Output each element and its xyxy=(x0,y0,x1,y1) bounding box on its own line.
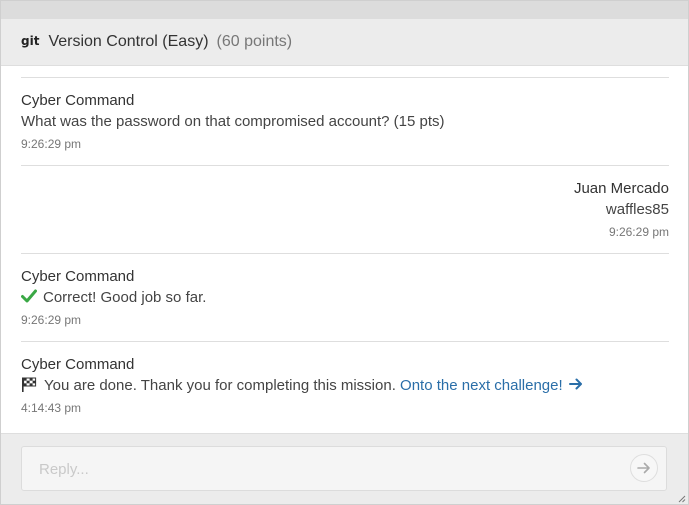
message-sender: Cyber Command xyxy=(21,92,135,109)
message-item-own: Juan Mercado waffles85 9:26:29 pm xyxy=(21,165,669,253)
message-text: You are done. Thank you for completing t… xyxy=(44,377,396,394)
reply-footer xyxy=(1,433,688,504)
next-challenge-link[interactable]: Onto the next challenge! xyxy=(400,377,583,394)
message-body: You are done. Thank you for completing t… xyxy=(21,377,669,395)
next-challenge-label[interactable]: Onto the next challenge! xyxy=(400,377,563,394)
mission-title: Version Control (Easy) xyxy=(48,33,209,50)
message-list[interactable]: Cyber Command What was the password on t… xyxy=(1,67,688,432)
message-time: 9:26:29 pm xyxy=(21,137,82,151)
mission-header: git Version Control (Easy) (60 points) xyxy=(1,19,688,66)
message-sender: Cyber Command xyxy=(21,268,135,285)
chat-window: git Version Control (Easy) (60 points) C… xyxy=(0,0,689,505)
message-text: What was the password on that compromise… xyxy=(21,113,445,130)
checkered-flag-icon xyxy=(22,377,37,392)
message-item: Cyber Command You are done. Thank you fo… xyxy=(21,341,669,429)
message-sender: Cyber Command xyxy=(21,356,135,373)
reply-input[interactable] xyxy=(22,447,631,492)
message-item: Cyber Command What was the password on t… xyxy=(21,77,669,165)
reply-box xyxy=(21,446,667,492)
title-bar[interactable] xyxy=(1,1,688,19)
message-text: Correct! Good job so far. xyxy=(43,289,207,306)
message-sender: Juan Mercado xyxy=(573,180,669,197)
message-time: 9:26:29 pm xyxy=(608,225,669,239)
arrow-right-icon[interactable] xyxy=(568,378,583,390)
message-body: Correct! Good job so far. xyxy=(21,289,669,307)
send-button[interactable] xyxy=(630,454,658,482)
mission-points: (60 points) xyxy=(216,33,293,50)
resize-handle-icon[interactable] xyxy=(678,495,686,503)
message-text: waffles85 xyxy=(605,201,669,218)
message-time: 9:26:29 pm xyxy=(21,313,82,327)
send-arrow-icon xyxy=(637,462,650,474)
check-icon xyxy=(21,289,37,303)
message-item: Cyber Command Correct! Good job so far. … xyxy=(21,253,669,341)
message-time: 4:14:43 pm xyxy=(21,401,82,415)
git-icon: git xyxy=(21,34,40,48)
